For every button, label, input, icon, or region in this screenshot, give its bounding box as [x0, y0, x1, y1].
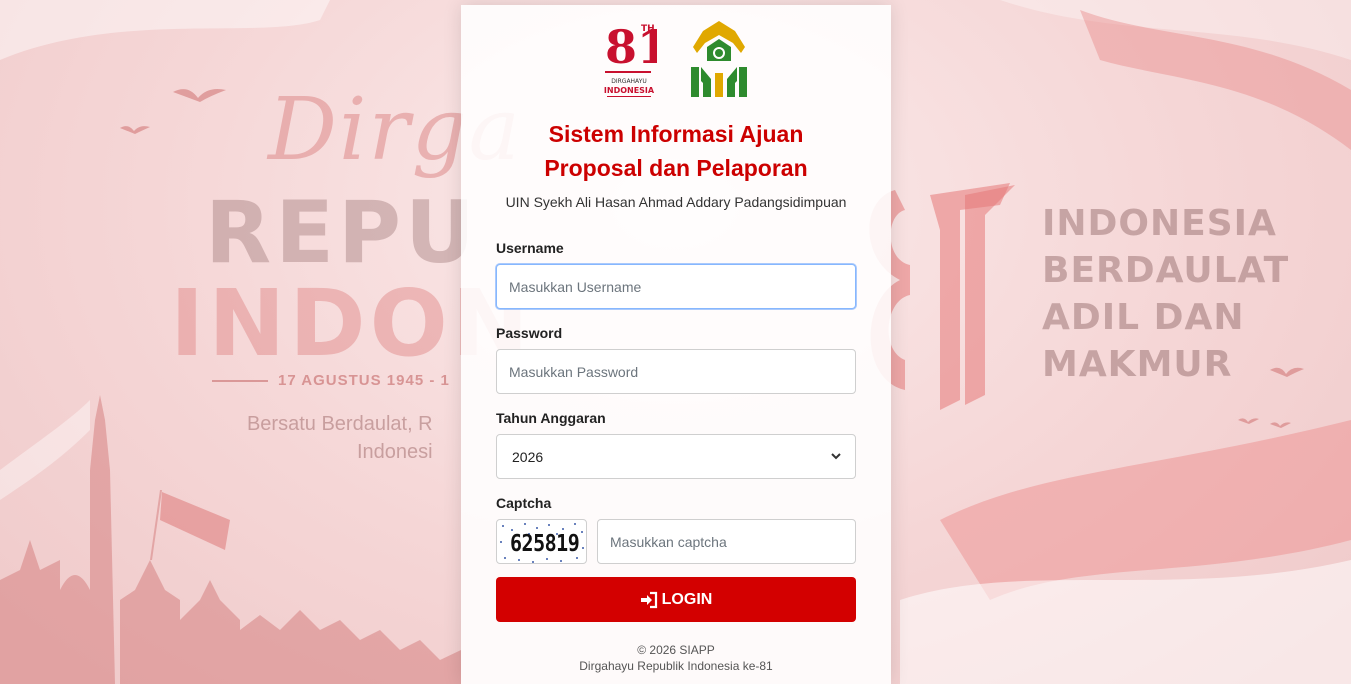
password-group: Password [496, 325, 856, 394]
footer: © 2026 SIAPP Dirgahayu Republik Indonesi… [461, 642, 891, 674]
bg-motto-line-2: BERDAULAT [1042, 250, 1290, 291]
username-group: Username [496, 240, 856, 309]
bg-tagline-1: Bersatu Berdaulat, R [246, 413, 433, 435]
hut-ri-81-logo: 81 TH DIRGAHAYU INDONESIA [604, 20, 657, 97]
bg-motto-line-1: INDONESIA [1042, 203, 1277, 244]
bg-motto-line-4: MAKMUR [1042, 344, 1233, 385]
tahun-anggaran-group: Tahun Anggaran 2026 [496, 410, 856, 479]
tahun-anggaran-select[interactable]: 2026 [496, 434, 856, 479]
bg-date-text: 17 AGUSTUS 1945 - 1 [278, 372, 450, 389]
captcha-code: 625819 [510, 529, 580, 557]
captcha-label: Captcha [496, 495, 552, 511]
login-icon [640, 591, 657, 608]
username-label: Username [496, 240, 564, 256]
bg-right-motto: INDONESIA BERDAULAT ADIL DAN MAKMUR [1042, 200, 1289, 388]
captcha-image[interactable]: 625819 [496, 519, 587, 564]
login-button[interactable]: LOGIN [496, 577, 856, 622]
username-input[interactable] [496, 264, 856, 309]
captcha-input[interactable] [597, 519, 856, 564]
captcha-group: Captcha 625819 [496, 495, 856, 564]
password-input[interactable] [496, 349, 856, 394]
app-title-line1: Sistem Informasi Ajuan [548, 121, 804, 147]
bg-tagline-2: Indonesi [357, 441, 433, 463]
bg-date: 17 AGUSTUS 1945 - 1 [212, 372, 450, 389]
institution-subtitle: UIN Syekh Ali Hasan Ahmad Addary Padangs… [505, 194, 847, 210]
footer-tagline: Dirgahayu Republik Indonesia ke-81 [579, 659, 773, 673]
svg-text:INDONESIA: INDONESIA [604, 86, 655, 95]
svg-text:TH: TH [641, 24, 655, 34]
svg-text:DIRGAHAYU: DIRGAHAYU [611, 78, 647, 85]
login-button-label: LOGIN [661, 590, 713, 608]
tahun-anggaran-value[interactable]: 2026 [496, 434, 856, 479]
bg-big-text-1: REPU [205, 183, 479, 283]
bg-motto-line-3: ADIL DAN [1042, 297, 1245, 338]
password-label: Password [496, 325, 563, 341]
app-title: Sistem Informasi Ajuan Proposal dan Pela… [496, 117, 856, 185]
login-card: 81 TH DIRGAHAYU INDONESIA Sistem Informa… [461, 5, 891, 684]
uin-logo [691, 21, 747, 97]
captcha-row: 625819 [496, 519, 856, 564]
app-title-line2: Proposal dan Pelaporan [544, 155, 808, 181]
logo-row: 81 TH DIRGAHAYU INDONESIA [496, 17, 856, 101]
chevron-down-icon [831, 453, 841, 460]
bg-tagline: Bersatu Berdaulat, R Indonesi [245, 410, 433, 466]
footer-copyright: © 2026 SIAPP [637, 643, 715, 657]
tahun-anggaran-label: Tahun Anggaran [496, 410, 606, 426]
